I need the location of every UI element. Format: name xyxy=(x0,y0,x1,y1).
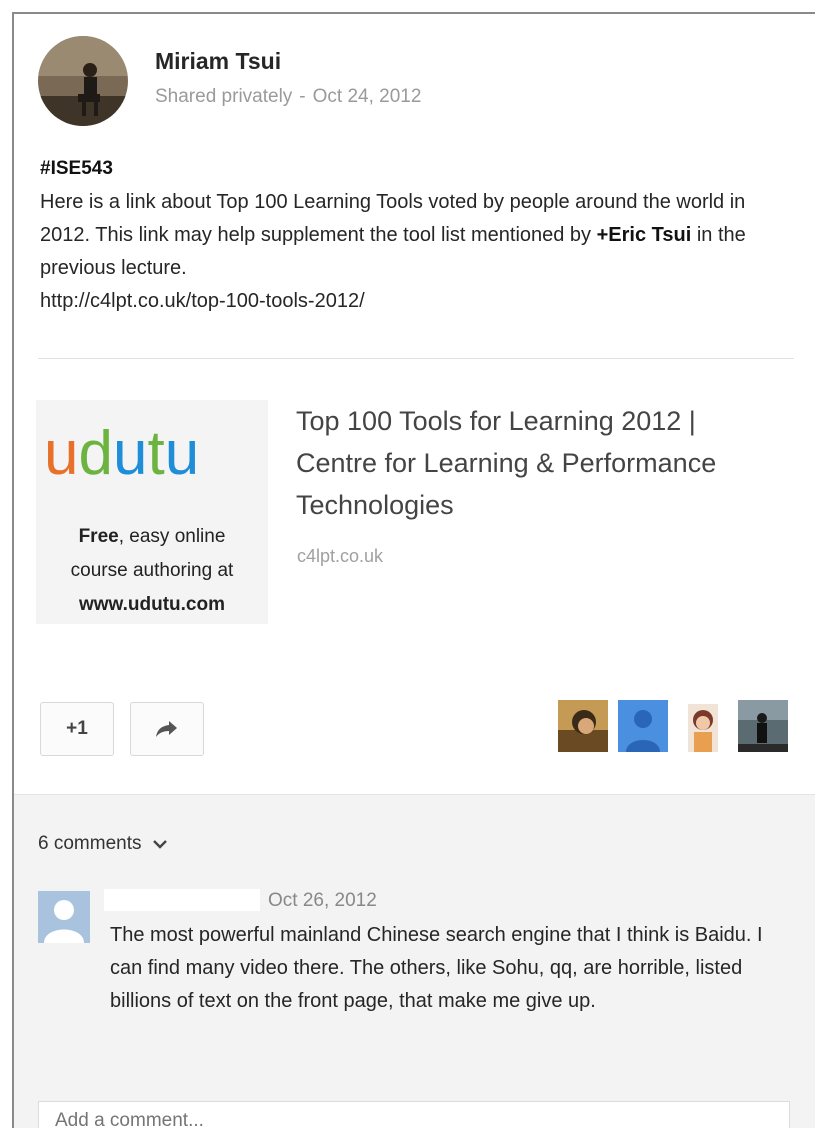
sharer-avatar-3[interactable] xyxy=(678,700,728,752)
sharer-avatar-4[interactable] xyxy=(738,700,788,752)
share-button[interactable] xyxy=(130,702,204,756)
post-card: Miriam Tsui Shared privately - Oct 24, 201… xyxy=(12,12,815,1128)
comments-toggle[interactable]: 6 comments xyxy=(38,833,167,855)
default-user-icon xyxy=(38,891,90,943)
add-comment-input[interactable] xyxy=(38,1101,790,1128)
post-body: Here is a link about Top 100 Learning To… xyxy=(40,186,780,318)
hashtag-link[interactable]: #ISE543 xyxy=(40,158,113,180)
udutu-logo: udutu xyxy=(44,428,199,484)
post-meta: Shared privately - Oct 24, 2012 xyxy=(155,86,421,108)
author-avatar[interactable] xyxy=(38,36,128,126)
sharer-avatar-1[interactable] xyxy=(558,700,608,752)
comment-text: The most powerful mainland Chinese searc… xyxy=(110,924,763,1012)
share-arrow-icon xyxy=(156,721,177,737)
comment-avatar[interactable] xyxy=(38,891,90,943)
post-url[interactable]: http://c4lpt.co.uk/top-100-tools-2012/ xyxy=(40,290,365,312)
sharer-avatar-2[interactable] xyxy=(618,700,668,752)
author-name[interactable]: Miriam Tsui xyxy=(155,48,281,75)
divider xyxy=(38,358,794,359)
udutu-logo-text: udutu xyxy=(44,428,199,484)
ad-line3: www.udutu.com xyxy=(78,594,225,615)
plus-one-button[interactable]: +1 xyxy=(40,702,114,756)
comment-author-redacted xyxy=(104,889,260,911)
comments-count-label: 6 comments xyxy=(38,833,142,854)
chevron-down-icon xyxy=(152,840,167,849)
ad-line1-bold: Free xyxy=(78,526,119,547)
link-preview-domain: c4lpt.co.uk xyxy=(297,546,384,566)
visibility-label[interactable]: Shared privately xyxy=(155,86,292,107)
link-preview-title[interactable]: Top 100 Tools for Learning 2012 | Centre… xyxy=(296,400,776,526)
meta-separator: - xyxy=(299,86,306,107)
comments-section: 6 comments Oct 26, 2012 The most powerfu… xyxy=(14,794,815,1128)
ad-line1-rest: , easy online xyxy=(118,526,226,547)
ad-text: Free, easy online course authoring at ww… xyxy=(36,520,268,622)
comment-date[interactable]: Oct 26, 2012 xyxy=(268,890,377,912)
mention-link[interactable]: +Eric Tsui xyxy=(597,224,692,246)
link-preview-image[interactable]: udutu Free, easy online course authoring… xyxy=(36,400,268,624)
ad-line2: course authoring at xyxy=(70,560,234,581)
post-date[interactable]: Oct 24, 2012 xyxy=(313,86,422,107)
